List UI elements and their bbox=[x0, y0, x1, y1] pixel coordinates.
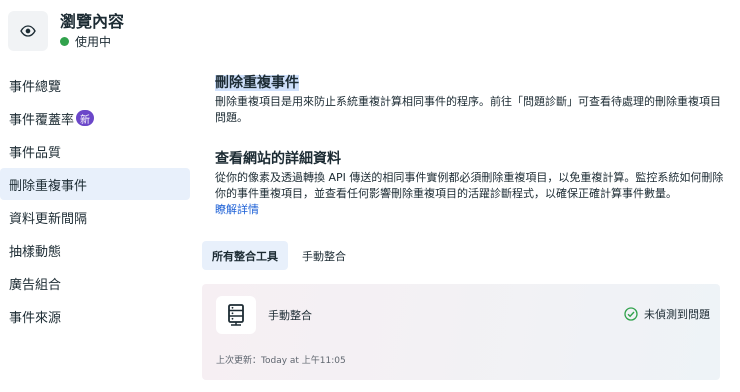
sidebar-item-event-coverage[interactable]: 事件覆蓋率 新 bbox=[0, 102, 190, 134]
main-content: 刪除重複事件 刪除重複項目是用來防止系統重複計算相同事件的程序。前往「問題診斷」… bbox=[215, 73, 725, 218]
sidebar-item-event-sources[interactable]: 事件來源 bbox=[0, 300, 190, 332]
sidebar-item-events-overview[interactable]: 事件總覽 bbox=[0, 69, 190, 101]
section-description-deduplication: 刪除重複項目是用來防止系統重複計算相同事件的程序。前往「問題診斷」可查看待處理的… bbox=[215, 95, 721, 124]
sidebar-nav: 事件總覽 事件覆蓋率 新 事件品質 刪除重複事件 資料更新間隔 抽樣動態 廣告組… bbox=[0, 69, 190, 333]
integration-status: 未偵測到問題 bbox=[624, 306, 710, 322]
status-label: 使用中 bbox=[75, 35, 112, 49]
new-badge: 新 bbox=[76, 110, 95, 126]
sidebar-item-ad-sets[interactable]: 廣告組合 bbox=[0, 267, 190, 299]
sidebar-item-data-freshness[interactable]: 資料更新間隔 bbox=[0, 201, 190, 233]
sidebar-item-label: 事件品質 bbox=[9, 145, 62, 161]
learn-more-link[interactable]: 瞭解詳情 bbox=[215, 202, 725, 218]
sidebar-item-event-quality[interactable]: 事件品質 bbox=[0, 135, 190, 167]
server-icon bbox=[216, 296, 256, 334]
integration-status-label: 未偵測到問題 bbox=[644, 308, 710, 321]
sidebar-item-label: 刪除重複事件 bbox=[9, 178, 88, 194]
page-title: 瀏覽內容 bbox=[60, 12, 125, 31]
sidebar-item-sampled-activity[interactable]: 抽樣動態 bbox=[0, 234, 190, 266]
sidebar-item-deduplication[interactable]: 刪除重複事件 bbox=[0, 168, 190, 200]
section-description-site-details: 從你的像素及透過轉換 API 傳送的相同事件實例都必須刪除重複項目，以免重複計算… bbox=[215, 171, 724, 200]
status-dot-icon bbox=[60, 37, 69, 46]
section-title-text: 刪除重複事件 bbox=[215, 75, 299, 91]
check-circle-icon bbox=[624, 307, 638, 321]
tab-manual-integration[interactable]: 手動整合 bbox=[292, 241, 356, 270]
integration-tabs: 所有整合工具 手動整合 bbox=[202, 241, 360, 270]
sidebar-item-label: 廣告組合 bbox=[9, 277, 62, 293]
last-updated-text: 上次更新：Today at 上午11:05 bbox=[216, 356, 346, 366]
sidebar-item-label: 事件總覽 bbox=[9, 79, 62, 95]
sidebar-item-label: 事件來源 bbox=[9, 310, 62, 326]
eye-icon bbox=[8, 11, 48, 51]
section-title-deduplication: 刪除重複事件 bbox=[215, 73, 725, 93]
status-indicator: 使用中 bbox=[60, 33, 124, 50]
sidebar-item-label: 事件覆蓋率 bbox=[9, 112, 75, 128]
page-header: 瀏覽內容 使用中 bbox=[8, 11, 124, 51]
integration-name: 手動整合 bbox=[268, 309, 312, 322]
section-title-site-details: 查看網站的詳細資料 bbox=[215, 151, 341, 167]
sidebar-item-label: 資料更新間隔 bbox=[9, 211, 88, 227]
sidebar-item-label: 抽樣動態 bbox=[9, 244, 62, 260]
integration-card[interactable]: 手動整合 未偵測到問題 上次更新：Today at 上午11:05 bbox=[202, 284, 720, 380]
tab-all-integrations[interactable]: 所有整合工具 bbox=[202, 241, 288, 270]
